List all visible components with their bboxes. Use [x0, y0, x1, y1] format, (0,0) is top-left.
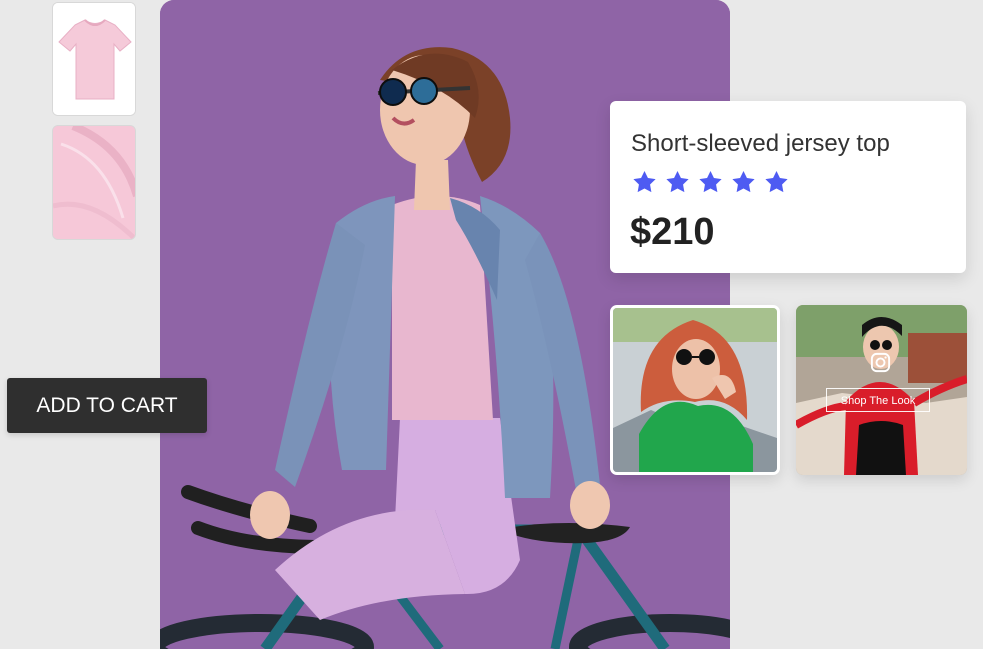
instagram-icon: [870, 352, 891, 373]
star-icon: [633, 171, 656, 193]
shop-the-look-button[interactable]: Shop The Look: [826, 388, 930, 412]
star-icon: [699, 171, 722, 193]
star-icon: [666, 171, 689, 193]
green-top-look-image: [613, 308, 777, 472]
fabric-closeup-image: [53, 126, 135, 239]
product-price: $210: [630, 211, 715, 253]
product-title: Short-sleeved jersey top: [631, 130, 890, 157]
pink-tshirt-image: [53, 3, 135, 115]
look-thumbnail-1[interactable]: [610, 305, 780, 475]
product-thumbnail-front[interactable]: [52, 2, 136, 116]
product-info-card: Short-sleeved jersey top $210: [610, 101, 966, 273]
star-icon: [732, 171, 755, 193]
product-thumbnail-detail[interactable]: [52, 125, 136, 240]
star-icon: [765, 171, 788, 193]
add-to-cart-button[interactable]: ADD TO CART: [7, 378, 207, 433]
rating-stars: [631, 169, 790, 196]
look-thumbnail-2[interactable]: Shop The Look: [796, 305, 967, 475]
